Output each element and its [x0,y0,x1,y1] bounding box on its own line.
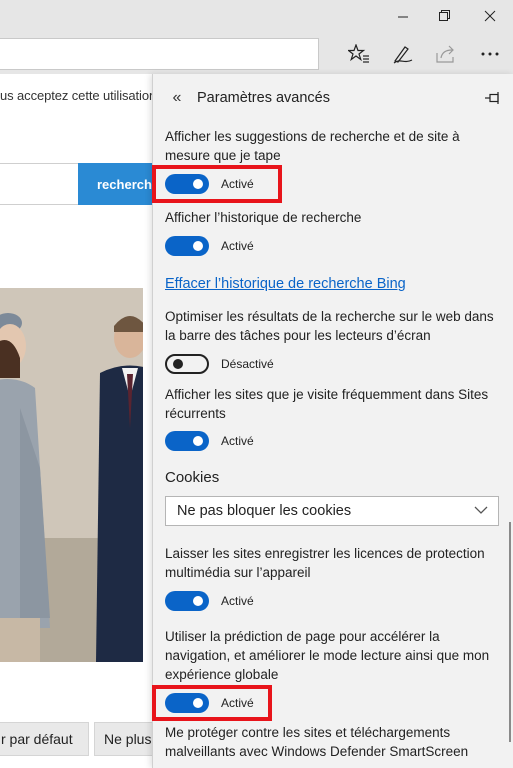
search-input[interactable] [0,163,78,205]
more-button[interactable] [474,38,506,70]
web-note-button[interactable] [387,38,419,70]
restore-button[interactable] [423,0,467,32]
screen-reader-optimize-label: Optimiser les résultats de la recherche … [165,309,494,343]
smartscreen-label: Me protéger contre les sites et téléchar… [165,725,469,759]
media-licenses-label: Laisser les sites enregistrer les licenc… [165,546,485,580]
close-icon [484,10,496,22]
default-button[interactable]: r par défaut [0,722,89,756]
cookies-heading: Cookies [165,469,220,486]
minimize-button[interactable] [381,0,425,32]
top-sites-state: Activé [221,434,254,448]
search-suggestions-state: Activé [221,177,254,191]
top-sites-label: Afficher les sites que je visite fréquem… [165,387,489,421]
media-licenses-toggle[interactable] [165,591,209,611]
panel-scrollbar[interactable] [509,522,511,742]
news-photo[interactable] [0,288,143,662]
clear-bing-history-link[interactable]: Effacer l’historique de recherche Bing [165,276,406,292]
media-licenses-state: Activé [221,594,254,608]
search-button[interactable]: recherche [78,163,158,205]
people-photo-illustration [0,288,143,662]
do-not-button[interactable]: Ne plus [94,722,156,756]
search-suggestions-toggle[interactable] [165,174,209,194]
panel-title: Paramètres avancés [197,90,330,106]
screen-reader-optimize-state: Désactivé [221,357,274,371]
cookies-select[interactable]: Ne pas bloquer les cookies [165,496,499,526]
cookie-notice-text: us acceptez cette utilisation [0,88,157,103]
favorites-star-icon [348,44,369,63]
search-history-label: Afficher l’historique de recherche [165,210,362,225]
close-button[interactable] [468,0,512,32]
cookies-select-value: Ne pas bloquer les cookies [177,503,352,519]
pin-button[interactable] [483,88,503,108]
double-chevron-left-icon: « [172,89,182,106]
pin-icon [485,92,499,104]
favorites-button[interactable] [343,38,375,70]
address-bar[interactable] [0,38,319,70]
minimize-icon [397,16,408,17]
chevron-down-icon [474,506,488,514]
advanced-settings-panel: « Paramètres avancés Afficher les sugges… [152,74,513,768]
search-history-state: Activé [221,239,254,253]
title-bar [0,0,513,32]
search-history-toggle[interactable] [165,236,209,256]
search-suggestions-label: Afficher les suggestions de recherche et… [165,129,460,163]
page-prediction-label: Utiliser la prédiction de page pour accé… [165,629,490,682]
screen-reader-optimize-toggle[interactable] [165,354,209,374]
restore-icon [439,10,450,21]
top-sites-toggle[interactable] [165,431,209,451]
page-prediction-toggle[interactable] [165,693,209,713]
share-icon [436,45,454,63]
back-button[interactable]: « [167,88,187,108]
page-prediction-state: Activé [221,696,254,710]
share-button[interactable] [430,38,462,70]
pen-note-icon [393,46,413,64]
panel-header: « Paramètres avancés [153,74,513,122]
more-icon [481,52,499,56]
